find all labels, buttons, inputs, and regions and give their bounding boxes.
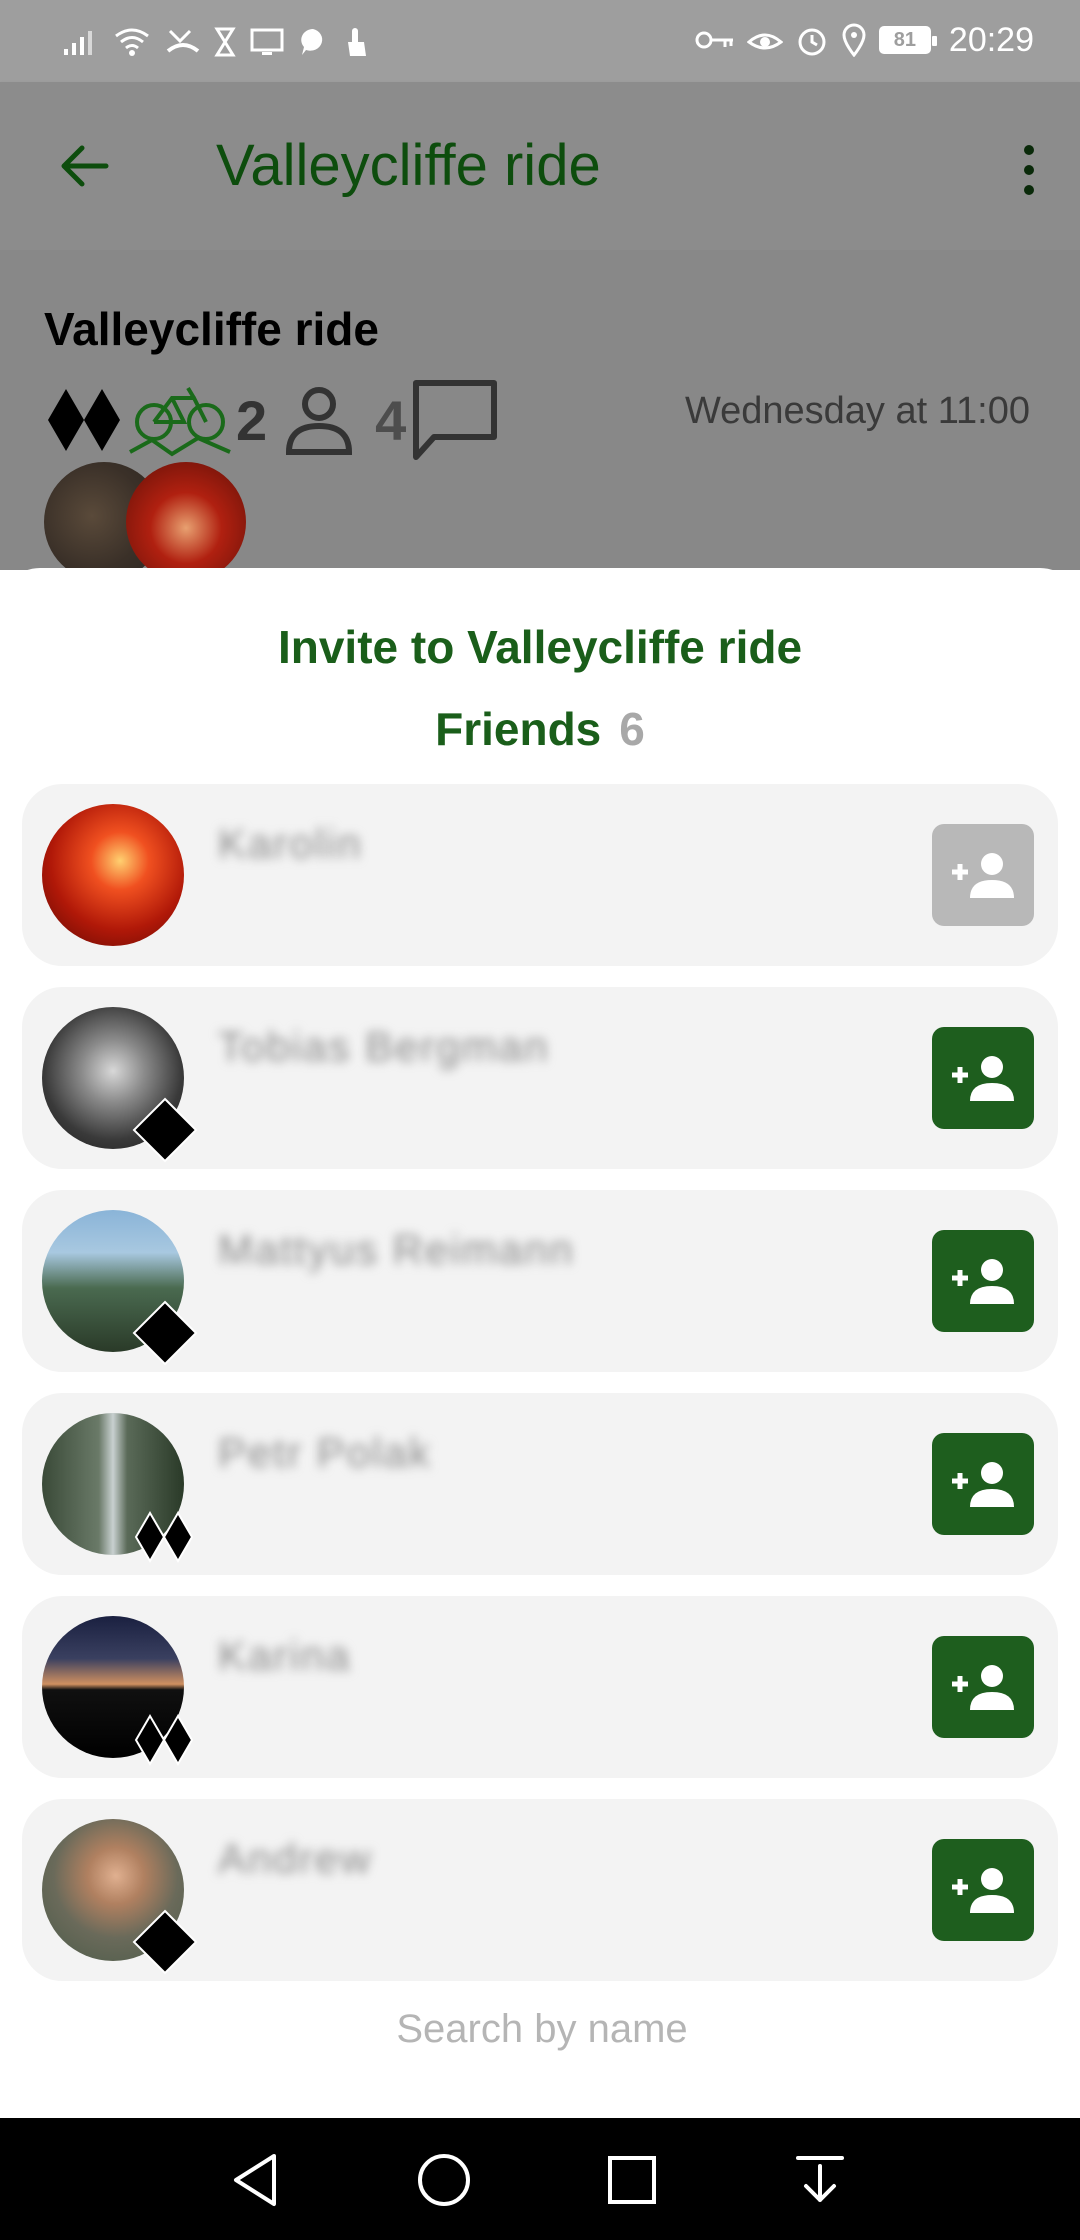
friend-card[interactable]: Karina (22, 1596, 1058, 1778)
screen-cast-icon (250, 28, 284, 55)
invite-sheet: Invite to Valleycliffe ride Friends 6 Kar… (0, 568, 1080, 2118)
mountain-bike-icon (129, 386, 231, 457)
invite-button[interactable] (932, 824, 1034, 926)
person-add-icon (952, 1462, 1014, 1507)
friend-name: Andrew (218, 1835, 373, 1882)
double-black-diamond-icon (48, 389, 120, 451)
friend-card[interactable]: Mattyus Reimann (22, 1190, 1058, 1372)
single-black-diamond-icon (132, 1909, 198, 1975)
signal-icon (64, 31, 92, 55)
status-right-icons: 81 20:29 (695, 18, 1034, 62)
friend-list: Karolin Tobias Bergman Mattyus Reimann P… (22, 784, 1058, 2002)
friend-name: Karina (218, 1632, 352, 1679)
invite-button[interactable] (932, 1636, 1034, 1738)
system-nav-bar (0, 2118, 1080, 2240)
participants-count: 4 (375, 388, 407, 452)
double-black-diamond-icon (134, 1511, 194, 1563)
friend-card[interactable]: Andrew (22, 1799, 1058, 1981)
arrow-back-icon[interactable] (56, 138, 112, 194)
home-circle-icon[interactable] (414, 2150, 474, 2210)
ride-title: Valleycliffe ride (44, 303, 379, 355)
invite-button[interactable] (932, 1839, 1034, 1941)
friend-name: Petr Polak (218, 1429, 432, 1476)
status-left-icons (62, 22, 370, 62)
comment-icon (413, 380, 498, 460)
avatar (42, 804, 184, 946)
recents-square-icon[interactable] (602, 2150, 662, 2210)
invite-button[interactable] (932, 1230, 1034, 1332)
touch-icon (348, 28, 366, 56)
person-add-icon (952, 1665, 1014, 1710)
wifi-icon (115, 28, 149, 56)
hourglass-icon (214, 27, 236, 57)
battery-indicator: 81 (878, 26, 937, 54)
status-bar: 81 20:29 (0, 0, 1080, 82)
friends-label: Friends (435, 703, 602, 755)
friends-count: 6 (619, 703, 645, 755)
ride-meta: 2 4 (44, 370, 500, 470)
friend-name: Karolin (218, 820, 363, 867)
chat-bubble-icon (301, 29, 323, 55)
single-black-diamond-icon (132, 1300, 198, 1366)
key-icon (695, 31, 733, 49)
person-add-icon (952, 1868, 1014, 1913)
invite-button[interactable] (932, 1433, 1034, 1535)
missed-call-icon (166, 29, 200, 53)
notification-pull-icon[interactable] (790, 2150, 850, 2210)
person-add-icon (952, 853, 1014, 898)
friend-name: Mattyus Reimann (218, 1226, 575, 1273)
alarm-icon (798, 28, 826, 56)
app-bar: Valleycliffe ride (0, 82, 1080, 250)
status-time: 20:29 (948, 20, 1034, 59)
ride-date: Wednesday at 11:00 (684, 390, 1030, 432)
page-title: Valleycliffe ride (216, 133, 601, 198)
friend-card[interactable]: Petr Polak (22, 1393, 1058, 1575)
search-input[interactable] (0, 2006, 1080, 2053)
single-black-diamond-icon (132, 1097, 198, 1163)
friends-header: Friends 6 (0, 702, 1080, 756)
person-icon (286, 387, 353, 455)
person-add-icon (952, 1056, 1014, 1101)
back-triangle-icon[interactable] (226, 2150, 286, 2210)
eye-icon (746, 33, 783, 50)
more-vert-icon[interactable] (1014, 140, 1044, 200)
ride-summary: Valleycliffe ride 2 4 Wednesday at 11:00 (0, 250, 1080, 582)
double-black-diamond-icon (134, 1714, 194, 1766)
participant-avatar (126, 462, 246, 582)
friend-card[interactable]: Tobias Bergman (22, 987, 1058, 1169)
bike-count: 2 (236, 388, 268, 452)
person-add-icon (952, 1259, 1014, 1304)
friend-card[interactable]: Karolin (22, 784, 1058, 966)
invite-button[interactable] (932, 1027, 1034, 1129)
sheet-title: Invite to Valleycliffe ride (277, 621, 803, 673)
location-icon (842, 23, 866, 57)
friend-name: Tobias Bergman (218, 1023, 550, 1070)
